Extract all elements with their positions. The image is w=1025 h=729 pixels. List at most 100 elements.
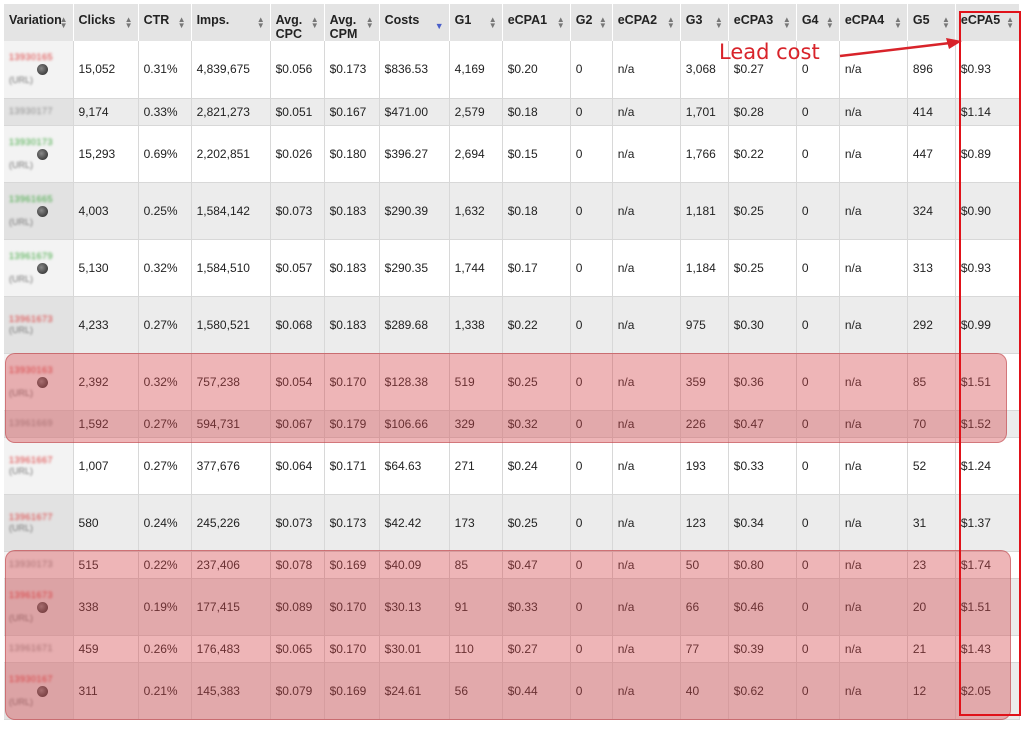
- sort-arrows-icon[interactable]: ▲ ▼: [257, 16, 265, 30]
- cell-ecpa3: $0.47: [728, 410, 797, 438]
- cell-costs: $836.53: [379, 41, 450, 99]
- sort-arrows-icon[interactable]: ▲ ▼: [557, 16, 565, 30]
- sort-arrows-icon[interactable]: ▲ ▼: [599, 16, 607, 30]
- sort-arrows-icon[interactable]: ▲ ▼: [311, 16, 319, 30]
- column-header-ecpa2[interactable]: eCPA2 ▲ ▼: [612, 4, 681, 41]
- status-dot-icon[interactable]: [37, 601, 48, 613]
- cell-avg-cpc: $0.079: [270, 662, 325, 720]
- table-row[interactable]: 13961679 (URL) 5,130 0.32% 1,584,510 $0.057 $0…: [4, 239, 1021, 297]
- status-dot-icon[interactable]: [37, 262, 48, 274]
- variation-url-link[interactable]: (URL): [9, 217, 69, 228]
- variation-url-link[interactable]: (URL): [9, 613, 69, 624]
- status-dot-icon[interactable]: [37, 148, 48, 160]
- variation-id[interactable]: 13961667: [9, 455, 69, 466]
- table-row[interactable]: 13961665 (URL) 4,003 0.25% 1,584,142 $0.073 $0…: [4, 182, 1021, 240]
- variation-id[interactable]: 13930177: [9, 106, 69, 117]
- variation-url-link[interactable]: (URL): [9, 325, 69, 336]
- variation-id[interactable]: 13961669: [9, 418, 69, 429]
- column-header-imps[interactable]: Imps. ▲ ▼: [191, 4, 271, 41]
- variation-id[interactable]: 13930167: [9, 674, 69, 685]
- sort-arrows-icon[interactable]: ▲ ▼: [783, 16, 791, 30]
- column-header-ecpa1[interactable]: eCPA1 ▲ ▼: [502, 4, 571, 41]
- sort-arrows-icon[interactable]: ▲ ▼: [894, 16, 902, 30]
- table-row[interactable]: 13930163 (URL) 2,392 0.32% 757,238 $0.054 $0.1…: [4, 353, 1021, 411]
- cell-avg-cpc: $0.056: [270, 41, 325, 99]
- cell-variation: 13930173 (URL): [4, 125, 74, 183]
- table-row[interactable]: 13961671 459 0.26% 176,483 $0.065 $0.170 $30.0…: [4, 635, 1021, 663]
- sort-arrows-icon[interactable]: ▲ ▼: [125, 16, 133, 30]
- variation-url-link[interactable]: (URL): [9, 160, 69, 171]
- table-row[interactable]: 13961677 (URL) 580 0.24% 245,226 $0.073 $0.173…: [4, 494, 1021, 552]
- column-header-ecpa5[interactable]: eCPA5 ▲ ▼: [955, 4, 1021, 41]
- sort-arrows-icon[interactable]: ▲ ▼: [942, 16, 950, 30]
- variation-id[interactable]: 13961679: [9, 251, 69, 262]
- column-header-g2[interactable]: G2 ▲ ▼: [570, 4, 613, 41]
- cell-ecpa1: $0.17: [502, 239, 571, 297]
- status-dot-icon[interactable]: [37, 205, 48, 217]
- table-row[interactable]: 13930173 (URL) 15,293 0.69% 2,202,851 $0.026 $…: [4, 125, 1021, 183]
- sort-arrows-icon[interactable]: ▲ ▼: [489, 16, 497, 30]
- column-header-variation[interactable]: Variation ▲ ▼: [4, 4, 74, 41]
- variation-id[interactable]: 13961665: [9, 194, 69, 205]
- variation-url-link[interactable]: (URL): [9, 388, 69, 399]
- cell-ecpa4: n/a: [839, 494, 908, 552]
- sort-arrows-icon[interactable]: ▲ ▼: [60, 16, 68, 30]
- variation-id[interactable]: 13930173: [9, 559, 69, 570]
- cell-costs: $64.63: [379, 437, 450, 495]
- cell-ecpa3: $0.34: [728, 494, 797, 552]
- cell-ecpa1: $0.27: [502, 635, 571, 663]
- table-row[interactable]: 13930177 9,174 0.33% 2,821,273 $0.051 $0.167 $…: [4, 98, 1021, 126]
- variation-id[interactable]: 13961677: [9, 512, 69, 523]
- table-body: 13930165 (URL) 15,052 0.31% 4,839,675 $0.056 $…: [4, 41, 1021, 720]
- column-header-g1[interactable]: G1 ▲ ▼: [449, 4, 503, 41]
- sort-arrows-icon[interactable]: ▲ ▼: [826, 16, 834, 30]
- sort-arrows-icon[interactable]: ▲ ▼: [715, 16, 723, 30]
- variation-url-link[interactable]: (URL): [9, 523, 69, 534]
- variation-id[interactable]: 13961673: [9, 314, 69, 325]
- sort-arrows-icon[interactable]: ▲ ▼: [667, 16, 675, 30]
- status-dot-icon[interactable]: [37, 376, 48, 388]
- variation-id[interactable]: 13930163: [9, 365, 69, 376]
- column-header-avg-cpm[interactable]: Avg. CPM ▲ ▼: [324, 4, 380, 41]
- table-row[interactable]: 13930167 (URL) 311 0.21% 145,383 $0.079 $0.169…: [4, 662, 1021, 720]
- status-dot-icon[interactable]: [37, 64, 48, 76]
- column-header-clicks[interactable]: Clicks ▲ ▼: [73, 4, 139, 41]
- column-header-ctr[interactable]: CTR ▲ ▼: [138, 4, 192, 41]
- column-header-g4[interactable]: G4 ▲ ▼: [796, 4, 840, 41]
- variation-url-link[interactable]: (URL): [9, 466, 69, 477]
- cell-ecpa4: n/a: [839, 353, 908, 411]
- cell-ecpa4: n/a: [839, 635, 908, 663]
- table-row[interactable]: 13930173 515 0.22% 237,406 $0.078 $0.169 $40.0…: [4, 551, 1021, 579]
- cell-variation: 13961679 (URL): [4, 239, 74, 297]
- cell-clicks: 15,052: [73, 41, 139, 99]
- variation-url-link[interactable]: (URL): [9, 75, 69, 86]
- sort-desc-icon[interactable]: ▼: [435, 22, 444, 31]
- table-row[interactable]: 13961669 1,592 0.27% 594,731 $0.067 $0.179 $10…: [4, 410, 1021, 438]
- variation-id[interactable]: 13961671: [9, 643, 69, 654]
- variation-id[interactable]: 13930165: [9, 52, 69, 63]
- cell-ctr: 0.26%: [138, 635, 192, 663]
- cell-g1: 329: [449, 410, 503, 438]
- cell-ecpa1: $0.25: [502, 353, 571, 411]
- table-row[interactable]: 13961673 (URL) 338 0.19% 177,415 $0.089 $0.170…: [4, 578, 1021, 636]
- sort-arrows-icon[interactable]: ▲ ▼: [1006, 16, 1014, 30]
- variation-url-link[interactable]: (URL): [9, 274, 69, 285]
- column-header-ecpa3[interactable]: eCPA3 ▲ ▼: [728, 4, 797, 41]
- column-header-ecpa4[interactable]: eCPA4 ▲ ▼: [839, 4, 908, 41]
- sort-arrows-icon[interactable]: ▲ ▼: [178, 16, 186, 30]
- table-row[interactable]: 13961667 (URL) 1,007 0.27% 377,676 $0.064 $0.1…: [4, 437, 1021, 495]
- table-row[interactable]: 13961673 (URL) 4,233 0.27% 1,580,521 $0.068 $0…: [4, 296, 1021, 354]
- variation-url-link[interactable]: (URL): [9, 697, 69, 708]
- status-dot-icon[interactable]: [37, 685, 48, 697]
- cell-ecpa1: $0.18: [502, 182, 571, 240]
- column-header-costs[interactable]: Costs ▼: [379, 4, 450, 41]
- column-header-g3[interactable]: G3 ▲ ▼: [680, 4, 729, 41]
- variation-id[interactable]: 13930173: [9, 137, 69, 148]
- variation-id[interactable]: 13961673: [9, 590, 69, 601]
- cell-avg-cpc: $0.073: [270, 494, 325, 552]
- sort-arrows-icon[interactable]: ▲ ▼: [366, 16, 374, 30]
- cell-ecpa2: n/a: [612, 296, 681, 354]
- column-header-avg-cpc[interactable]: Avg. CPC ▲ ▼: [270, 4, 325, 41]
- cell-g5: 324: [907, 182, 956, 240]
- column-header-g5[interactable]: G5 ▲ ▼: [907, 4, 956, 41]
